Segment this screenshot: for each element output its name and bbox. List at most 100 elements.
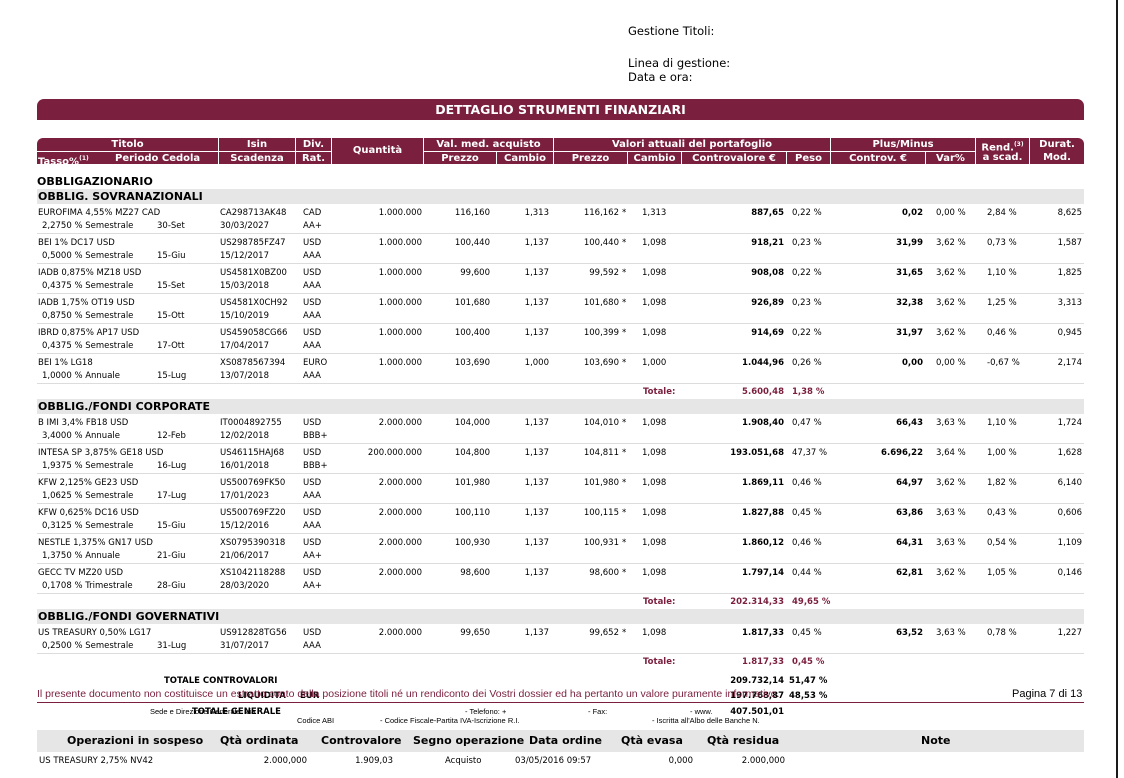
row-prezzo: 104,800 <box>454 448 490 458</box>
table-row: US TREASURY 0,50% LG17 0,2500 % Semestral… <box>37 624 1084 654</box>
row-cambio-attuale: 1,098 <box>642 478 667 488</box>
table-row: IADB 0,875% MZ18 USD 0,4375 % Semestrale 1… <box>37 264 1084 294</box>
row-cambio: 1,137 <box>524 538 549 548</box>
row-div: USD <box>303 328 322 338</box>
op-header-0: Operazioni in sospeso <box>67 734 204 747</box>
liquidita-peso: 48,53 % <box>789 691 828 701</box>
row-prezzo-attuale: 104,010 <box>583 418 619 428</box>
row-div: USD <box>303 448 322 458</box>
row-controvalore: 1.827,88 <box>742 508 784 518</box>
row-rat: AAA <box>303 311 321 321</box>
row-cambio-attuale: 1,098 <box>642 238 667 248</box>
row-qty: 2.000.000 <box>378 418 422 428</box>
row-prezzo: 104,000 <box>454 418 490 428</box>
row-plus: 64,97 <box>896 478 923 488</box>
header-cambio: Cambio <box>496 151 553 164</box>
row-qty: 2.000.000 <box>378 568 422 578</box>
row-div: USD <box>303 478 322 488</box>
section-total-label: Totale: <box>643 657 676 667</box>
row-controvalore: 193.051,68 <box>730 448 784 458</box>
row-isin: US500769FK50 <box>220 478 286 488</box>
row-prezzo: 100,930 <box>454 538 490 548</box>
row-durat: 1,628 <box>1057 448 1082 458</box>
row-cambio: 1,000 <box>524 358 549 368</box>
row-rat: AAA <box>303 251 321 261</box>
row-qty: 1.000.000 <box>378 328 422 338</box>
row-scadenza: 30/03/2027 <box>220 221 269 231</box>
table-row: KFW 2,125% GE23 USD 1,0625 % Semestrale 17… <box>37 474 1084 504</box>
row-qty: 1.000.000 <box>378 298 422 308</box>
row-cedola: 17-Lug <box>157 491 187 501</box>
row-controvalore: 1.044,96 <box>742 358 784 368</box>
row-prezzo: 100,440 <box>454 238 490 248</box>
row-peso: 0,26 % <box>792 358 822 368</box>
op-header-2: Controvalore <box>321 734 402 747</box>
estimated-price-asterisk: * <box>622 568 627 578</box>
row-cambio-attuale: 1,313 <box>642 208 667 218</box>
row-plus: 63,52 <box>896 628 923 638</box>
row-prezzo-attuale: 104,811 <box>583 448 619 458</box>
row-plus: 0,00 <box>902 358 923 368</box>
row-scadenza: 21/06/2017 <box>220 551 269 561</box>
op-header-7: Note <box>921 734 951 747</box>
row-controvalore: 1.908,40 <box>742 418 784 428</box>
row-name: NESTLE 1,375% GN17 USD <box>38 538 153 548</box>
row-cambio: 1,137 <box>524 478 549 488</box>
row-cambio: 1,137 <box>524 448 549 458</box>
row-isin: XS0795390318 <box>220 538 286 548</box>
row-div: CAD <box>303 208 322 218</box>
section-total-value: 5.600,48 <box>742 387 784 397</box>
row-prezzo: 100,400 <box>454 328 490 338</box>
gestione-titoli-label: Gestione Titoli: <box>628 24 715 38</box>
row-rate: 0,5000 % Semestrale <box>42 251 134 261</box>
row-scadenza: 28/03/2020 <box>220 581 269 591</box>
row-plus: 31,97 <box>896 328 923 338</box>
estimated-price-asterisk: * <box>622 328 627 338</box>
row-div: USD <box>303 538 322 548</box>
row-cedola: 28-Giu <box>157 581 186 591</box>
row-rend: 1,05 % <box>987 568 1017 578</box>
row-isin: US459058CG66 <box>220 328 288 338</box>
operazioni-row: US TREASURY 2,75% NV42 2.000,000 1.909,0… <box>37 756 1084 770</box>
row-cambio: 1,137 <box>524 418 549 428</box>
row-var: 3,62 % <box>936 328 966 338</box>
row-peso: 0,45 % <box>792 508 822 518</box>
header-rend: Rend.(3) <box>975 138 1029 153</box>
section-total-peso: 49,65 % <box>792 597 831 607</box>
row-cambio-attuale: 1,098 <box>642 568 667 578</box>
row-prezzo-attuale: 99,652 <box>589 628 619 638</box>
row-rate: 1,0000 % Annuale <box>42 371 120 381</box>
row-durat: 1,587 <box>1057 238 1082 248</box>
row-peso: 0,22 % <box>792 328 822 338</box>
row-rat: AA+ <box>303 581 322 591</box>
row-durat: 1,109 <box>1057 538 1082 548</box>
row-prezzo-attuale: 99,592 <box>589 268 619 278</box>
estimated-price-asterisk: * <box>622 628 627 638</box>
row-prezzo-attuale: 100,399 <box>583 328 619 338</box>
row-cambio-attuale: 1,098 <box>642 508 667 518</box>
table-row: GECC TV MZ20 USD 0,1708 % Trimestrale 28-G… <box>37 564 1084 594</box>
row-durat: 1,825 <box>1057 268 1082 278</box>
totale-controvalori-value: 209.732,14 <box>730 676 784 686</box>
header-prezzo-attuale: Prezzo <box>553 151 627 164</box>
row-prezzo: 116,160 <box>454 208 490 218</box>
footer-fax: - Fax: <box>588 707 608 716</box>
row-isin: XS1042118288 <box>220 568 286 578</box>
row-durat: 8,625 <box>1057 208 1082 218</box>
row-cedola: 16-Lug <box>157 461 187 471</box>
row-cambio-attuale: 1,098 <box>642 328 667 338</box>
row-qty: 1.000.000 <box>378 358 422 368</box>
table-row: KFW 0,625% DC16 USD 0,3125 % Semestrale 15… <box>37 504 1084 534</box>
row-isin: US4581X0CH92 <box>220 298 288 308</box>
section-title: OBBLIG./FONDI GOVERNATIVI <box>37 609 1084 624</box>
table-row: BEI 1% DC17 USD 0,5000 % Semestrale 15-Giu… <box>37 234 1084 264</box>
row-div: USD <box>303 298 322 308</box>
row-qty: 200.000.000 <box>367 448 422 458</box>
row-var: 0,00 % <box>936 208 966 218</box>
row-cambio-attuale: 1,098 <box>642 448 667 458</box>
op-header-1: Qtà ordinata <box>220 734 299 747</box>
row-name: IADB 1,75% OT19 USD <box>38 298 135 308</box>
header-mod: Mod. <box>1029 151 1084 164</box>
footer-codice-fiscale: - Codice Fiscale-Partita IVA-Iscrizione … <box>380 716 520 725</box>
row-div: USD <box>303 568 322 578</box>
